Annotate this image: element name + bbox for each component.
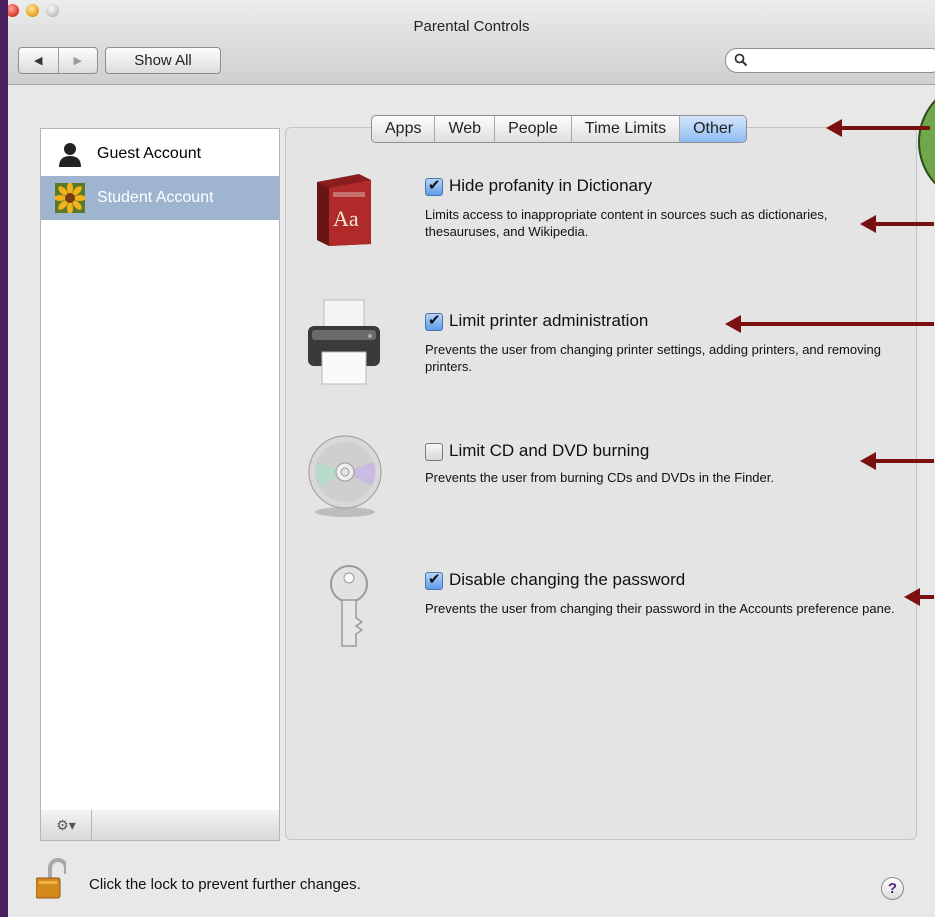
option-description: Prevents the user from burning CDs and D… — [425, 470, 774, 485]
sidebar-item-label: Student Account — [97, 189, 214, 206]
title-bar: Parental Controls ◀ ▶ Show All — [8, 0, 935, 85]
lock-status-text: Click the lock to prevent further change… — [89, 876, 361, 893]
limit-printer-admin-checkbox[interactable] — [425, 311, 443, 331]
hide-profanity-checkbox[interactable] — [425, 176, 443, 196]
option-description: Prevents the user from changing their pa… — [425, 601, 895, 616]
gear-icon: ⚙▾ — [56, 816, 76, 833]
option-label: Limit printer administration — [449, 311, 649, 330]
search-field[interactable] — [725, 48, 935, 73]
disc-icon — [306, 432, 384, 525]
back-arrow-icon[interactable]: ◀ — [19, 48, 58, 73]
preferences-window: Parental Controls ◀ ▶ Show All Guest Acc… — [8, 0, 935, 917]
person-silhouette-icon — [55, 139, 85, 169]
annotation-arrow-burning — [860, 452, 934, 470]
dictionary-book-icon: Aa — [311, 170, 377, 253]
window-title: Parental Controls — [413, 18, 530, 35]
help-button[interactable]: ? — [881, 877, 904, 900]
gear-menu-button[interactable]: ⚙▾ — [41, 810, 92, 840]
printer-icon — [304, 296, 384, 393]
disable-password-change-checkbox[interactable] — [425, 570, 443, 590]
annotation-arrow-tabs — [826, 119, 930, 137]
sidebar-item-student-account[interactable]: Student Account — [41, 176, 279, 220]
option-label: Hide profanity in Dictionary — [449, 176, 653, 195]
open-lock-icon — [35, 858, 68, 899]
annotation-arrow-password — [904, 588, 934, 606]
flower-avatar-icon — [55, 183, 85, 213]
sidebar-item-label: Guest Account — [97, 145, 202, 162]
zoom-window-button[interactable] — [46, 4, 59, 17]
annotation-circle — [918, 80, 935, 204]
sidebar-item-guest-account[interactable]: Guest Account — [41, 132, 279, 176]
close-window-button[interactable] — [8, 4, 19, 17]
search-icon — [734, 53, 748, 67]
forward-arrow-icon[interactable]: ▶ — [57, 48, 98, 73]
option-description: Prevents the user from changing printer … — [425, 342, 881, 374]
tab-bar: Apps Web People Time Limits Other — [371, 115, 748, 143]
key-icon — [326, 564, 372, 657]
tab-other[interactable]: Other — [679, 116, 747, 142]
annotation-arrow-printer — [725, 315, 934, 333]
show-all-button[interactable]: Show All — [105, 47, 221, 74]
tab-web[interactable]: Web — [434, 116, 494, 142]
lock-button[interactable] — [35, 858, 68, 900]
option-label: Limit CD and DVD burning — [449, 441, 650, 460]
annotation-arrow-dictionary — [860, 215, 934, 233]
minimize-window-button[interactable] — [26, 4, 39, 17]
option-label: Disable changing the password — [449, 570, 686, 589]
account-list-footer: ⚙▾ — [40, 810, 280, 841]
account-list: Guest Account Student Account — [40, 128, 280, 811]
tab-people[interactable]: People — [494, 116, 571, 142]
option-description: Limits access to inappropriate content i… — [425, 207, 828, 239]
svg-text:Aa: Aa — [333, 206, 359, 231]
tab-apps[interactable]: Apps — [372, 116, 434, 142]
back-forward-control: ◀ ▶ — [18, 47, 98, 74]
tab-time-limits[interactable]: Time Limits — [570, 116, 679, 142]
limit-cd-dvd-burning-checkbox[interactable] — [425, 443, 443, 461]
